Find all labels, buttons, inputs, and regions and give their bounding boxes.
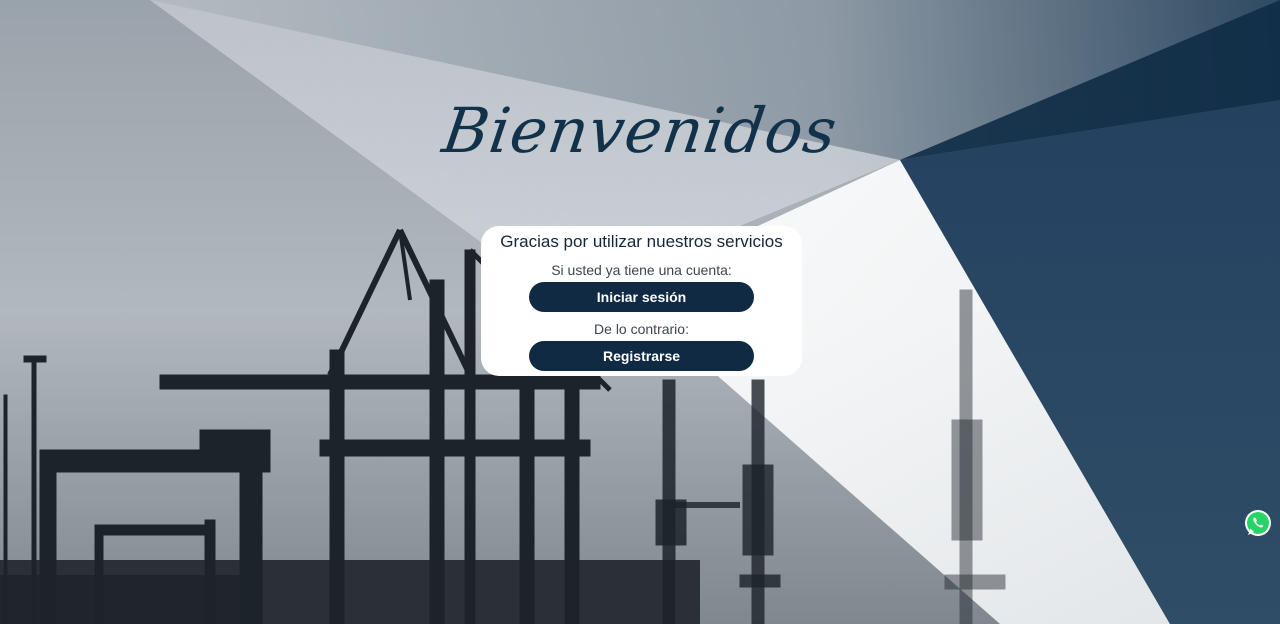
welcome-title: Bienvenidos [438,94,842,167]
register-button[interactable]: Registrarse [529,341,754,371]
access-card: Gracias por utilizar nuestros servicios … [481,226,802,376]
landing-page: Bienvenidos Gracias por utilizar nuestro… [0,0,1280,624]
login-button[interactable]: Iniciar sesión [529,282,754,312]
login-prompt: Si usted ya tiene una cuenta: [551,262,732,278]
whatsapp-icon[interactable] [1243,508,1273,538]
register-prompt: De lo contrario: [594,321,689,337]
card-heading: Gracias por utilizar nuestros servicios [500,232,783,251]
